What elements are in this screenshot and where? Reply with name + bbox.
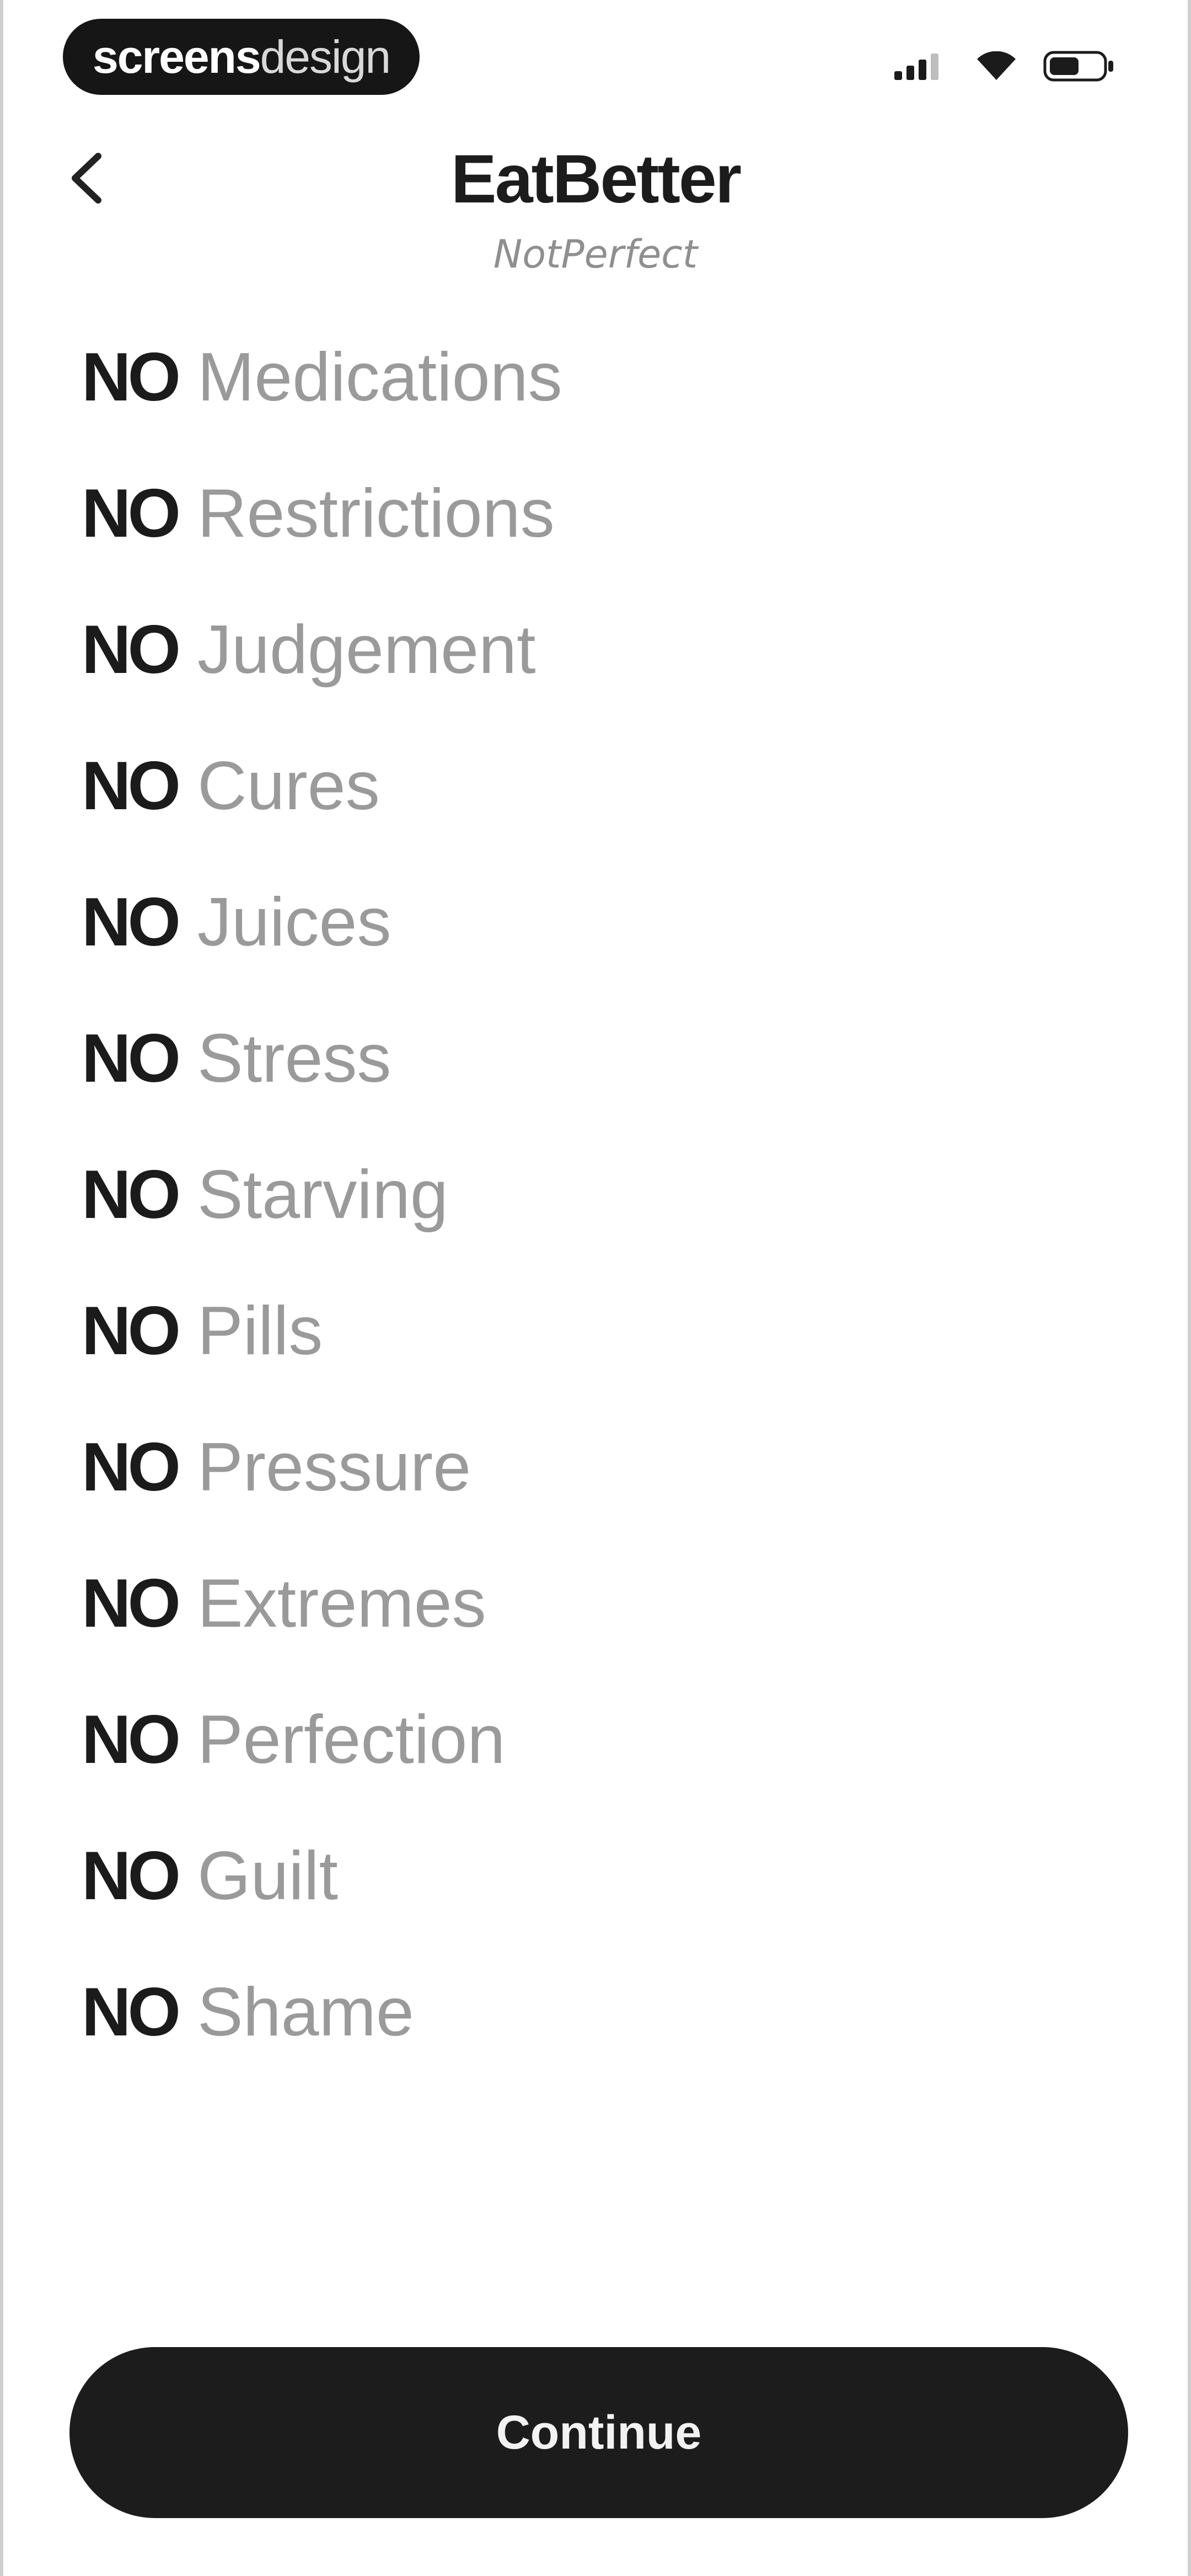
- list-item: NO Starving: [82, 1126, 562, 1263]
- brand-logo-part-b: design: [260, 30, 391, 83]
- brand-logo: screens design: [63, 19, 420, 95]
- wifi-icon: [977, 51, 1016, 81]
- list-item: NO Perfection: [82, 1671, 562, 1808]
- status-bar: screens design: [3, 0, 1188, 110]
- list-item-label: Pressure: [197, 1429, 471, 1505]
- no-prefix: NO: [82, 1020, 181, 1097]
- list-item: NO Judgement: [82, 581, 562, 718]
- no-prefix: NO: [82, 475, 181, 552]
- list-item-label: Cures: [197, 747, 380, 824]
- no-prefix: NO: [82, 1837, 181, 1914]
- list-item-label: Medications: [197, 339, 562, 415]
- signal-icon: [894, 52, 949, 80]
- no-prefix: NO: [82, 1701, 181, 1778]
- no-prefix: NO: [82, 747, 181, 824]
- list-item: NO Cures: [82, 718, 562, 854]
- list-item-label: Judgement: [197, 611, 536, 688]
- battery-icon: [1043, 51, 1115, 82]
- list-item-label: Extremes: [197, 1565, 486, 1642]
- list-item-label: Shame: [197, 1974, 414, 2050]
- brand-logo-part-a: screens: [93, 30, 261, 83]
- no-prefix: NO: [82, 1156, 181, 1233]
- list-item: NO Extremes: [82, 1535, 562, 1671]
- list-item: NO Pressure: [82, 1399, 562, 1535]
- page-subtitle: NotPerfect: [493, 232, 698, 277]
- no-prefix: NO: [82, 611, 181, 688]
- no-prefix: NO: [82, 1429, 181, 1505]
- list-item: NO Shame: [82, 1944, 562, 2080]
- list-item-label: Pills: [197, 1292, 323, 1369]
- no-prefix: NO: [82, 884, 181, 960]
- list-item-label: Restrictions: [197, 475, 555, 552]
- list-item: NO Stress: [82, 990, 562, 1126]
- no-prefix: NO: [82, 1565, 181, 1642]
- list-item: NO Medications: [82, 309, 562, 445]
- status-icons: [894, 51, 1115, 82]
- header: EatBetter NotPerfect: [3, 127, 1188, 292]
- list-item: NO Pills: [82, 1263, 562, 1399]
- no-prefix: NO: [82, 1292, 181, 1369]
- list-item: NO Juices: [82, 854, 562, 990]
- continue-button[interactable]: Continue: [69, 2347, 1128, 2518]
- onboarding-screen: screens design EatBetter NotPerfect NO M…: [0, 0, 1191, 2576]
- no-prefix: NO: [82, 339, 181, 415]
- list-item: NO Guilt: [82, 1808, 562, 1944]
- list-item-label: Starving: [197, 1156, 448, 1233]
- no-list: NO Medications NO Restrictions NO Judgement…: [82, 309, 562, 2080]
- no-prefix: NO: [82, 1974, 181, 2050]
- list-item: NO Restrictions: [82, 445, 562, 581]
- list-item-label: Juices: [197, 884, 391, 960]
- list-item-label: Perfection: [197, 1701, 506, 1778]
- list-item-label: Guilt: [197, 1837, 338, 1914]
- list-item-label: Stress: [197, 1020, 391, 1097]
- page-title: EatBetter: [450, 141, 742, 217]
